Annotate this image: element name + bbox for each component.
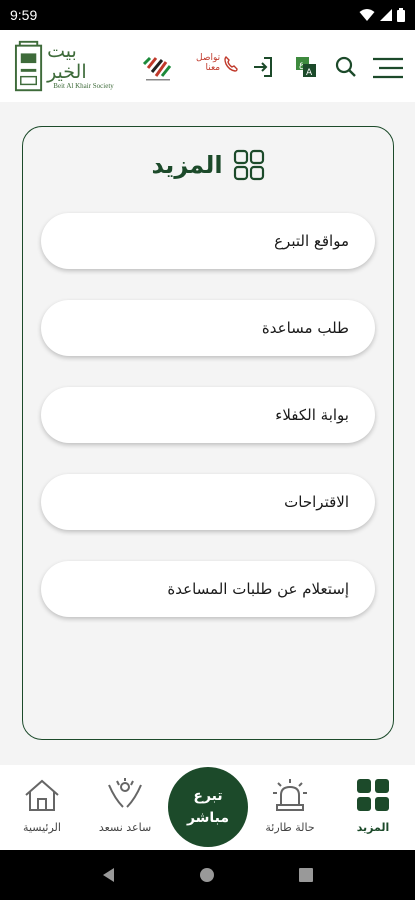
system-nav-bar [0, 850, 415, 900]
uae-emblem [140, 54, 174, 86]
search-icon [335, 56, 356, 77]
home-circle-icon[interactable] [199, 867, 215, 883]
contact-us-button[interactable]: تواصل معنا [196, 53, 239, 74]
hamburger-menu-button[interactable] [371, 56, 405, 84]
card-title: المزيد [23, 149, 393, 181]
nav-help[interactable]: ساعد نسعد [85, 765, 165, 850]
svg-text:A: A [306, 68, 313, 78]
uae-flag-icon [142, 56, 172, 81]
menu-icon [373, 57, 403, 79]
login-icon [254, 57, 272, 77]
menu-item-label: طلب مساعدة [261, 319, 349, 337]
helping-hands-icon [108, 778, 142, 808]
signal-icon [380, 9, 392, 21]
login-button[interactable] [251, 55, 275, 83]
inquire-help-requests-button[interactable]: إستعلام عن طلبات المساعدة [41, 561, 375, 617]
suggestions-button[interactable]: الاقتراحات [41, 474, 375, 530]
home-icon [25, 779, 59, 811]
grid-filled-icon [357, 779, 389, 811]
menu-item-label: الاقتراحات [284, 493, 349, 511]
nav-more-label: المزيد [356, 821, 390, 834]
bottom-nav: الرئيسية ساعد نسعد تبرع مباشر حالة طارئة… [0, 765, 415, 850]
recents-icon[interactable] [298, 867, 314, 883]
donate-label-line-1: تبرع [193, 787, 223, 804]
logo-text: بيت الخير Beit Al Khair Society [47, 41, 120, 90]
sponsors-portal-button[interactable]: بوابة الكفلاء [41, 387, 375, 443]
logo-english: Beit Al Khair Society [53, 82, 114, 91]
nav-home-label: الرئيسية [23, 821, 61, 834]
grid-icon [233, 149, 264, 181]
logo-arabic: بيت الخير [47, 40, 87, 84]
menu-item-label: بوابة الكفلاء [275, 406, 349, 424]
page-title: المزيد [151, 151, 223, 179]
language-toggle-button[interactable]: ع A [294, 55, 318, 83]
status-bar: 9:59 [0, 0, 415, 30]
brand-logo[interactable]: بيت الخير Beit Al Khair Society [14, 38, 120, 94]
nav-home[interactable]: الرئيسية [2, 765, 82, 850]
request-help-button[interactable]: طلب مساعدة [41, 300, 375, 356]
nav-emergency-label: حالة طارئة [265, 821, 315, 834]
direct-donation-button[interactable]: تبرع مباشر [168, 767, 248, 847]
more-menu-card: المزيد مواقع التبرع طلب مساعدة بوابة الك… [22, 126, 394, 740]
wifi-icon [359, 9, 375, 21]
donate-label-line-2: مباشر [186, 810, 230, 826]
donation-locations-button[interactable]: مواقع التبرع [41, 213, 375, 269]
status-icons [359, 8, 405, 22]
siren-icon [273, 779, 307, 811]
translate-icon: ع A [296, 57, 316, 78]
contact-text: تواصل معنا [196, 53, 221, 74]
logo-emblem-icon [14, 40, 43, 92]
battery-icon [397, 8, 405, 22]
contact-line-2: معنا [205, 62, 221, 73]
phone-icon [224, 55, 238, 72]
nav-help-label: ساعد نسعد [98, 821, 152, 834]
search-button[interactable] [334, 55, 358, 83]
nav-more[interactable]: المزيد [333, 765, 413, 850]
menu-item-label: مواقع التبرع [274, 232, 349, 250]
menu-item-label: إستعلام عن طلبات المساعدة [167, 580, 349, 598]
status-time: 9:59 [10, 7, 38, 23]
back-icon[interactable] [101, 867, 117, 883]
nav-emergency[interactable]: حالة طارئة [250, 765, 330, 850]
app-header: بيت الخير Beit Al Khair Society تواصل مع… [0, 30, 415, 102]
